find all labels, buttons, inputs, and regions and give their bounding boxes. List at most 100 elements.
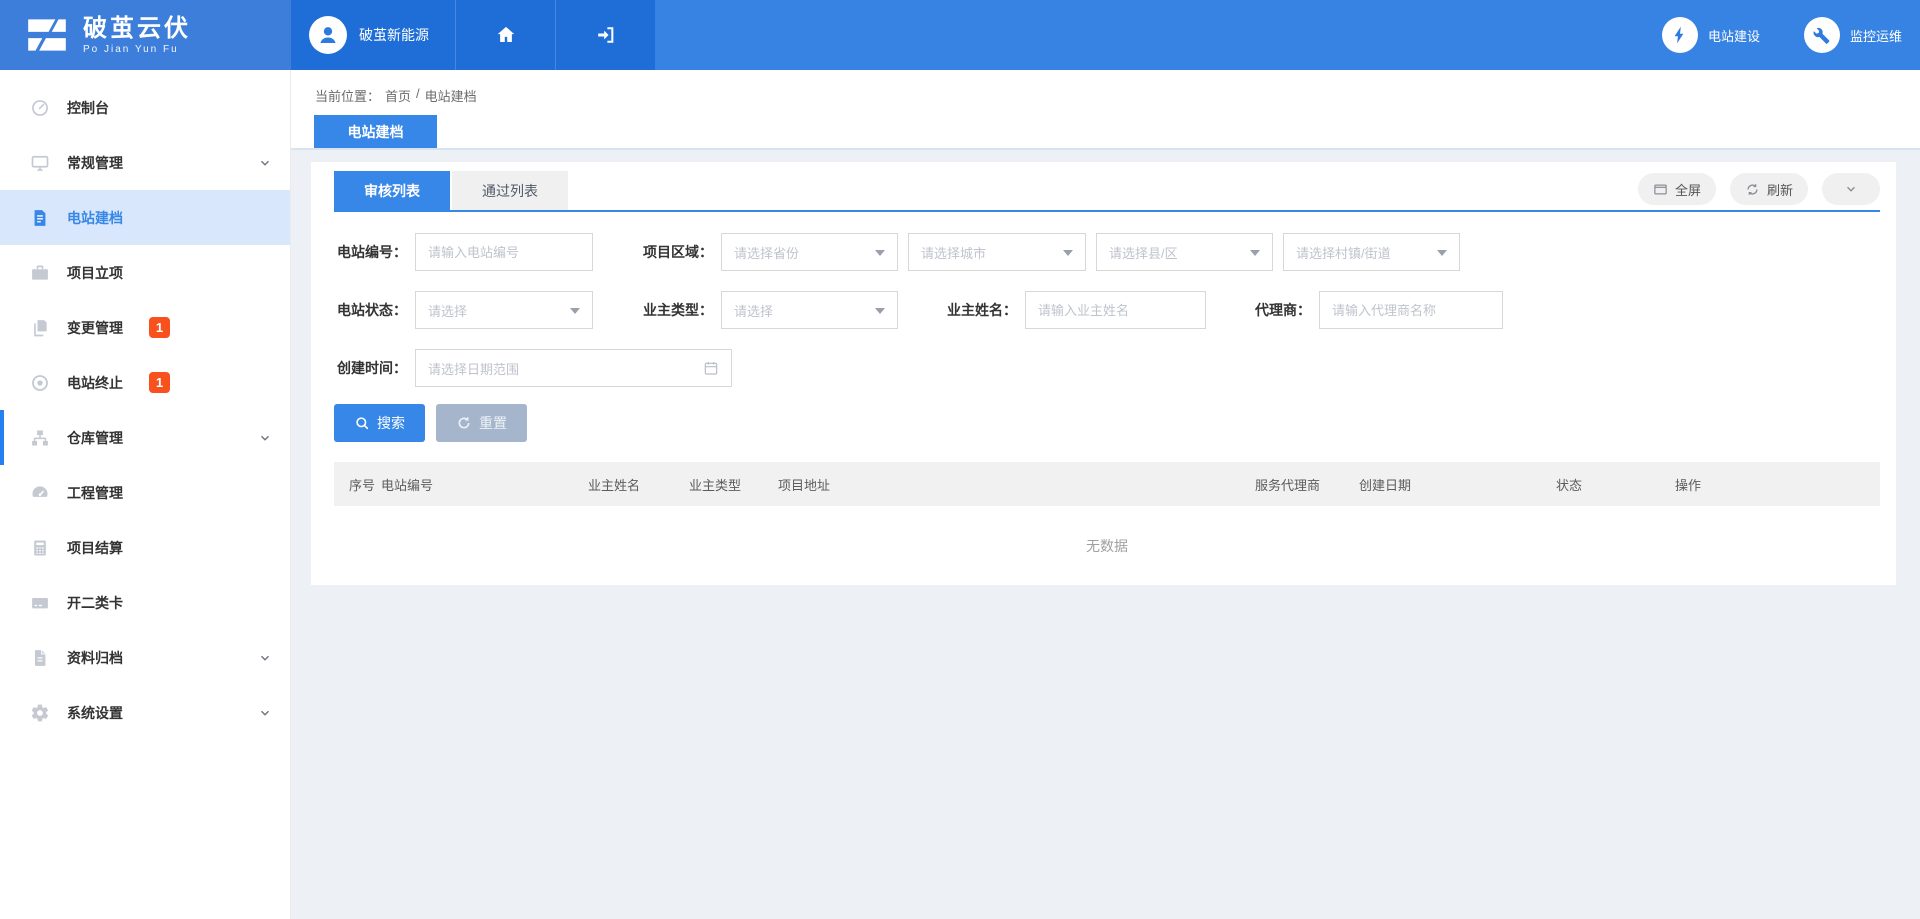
sitemap-icon [30,428,50,448]
content-area: 审核列表 通过列表 全屏 [291,148,1920,919]
dashboard-icon [30,483,50,503]
col-owner-name: 业主姓名 [588,475,689,494]
user-avatar-icon [309,16,347,54]
breadcrumb-home[interactable]: 首页 [385,86,411,105]
agent-label: 代理商： [1255,300,1311,320]
filter-actions: 搜索 重置 [334,404,1880,442]
province-select[interactable]: 请选择省份 [721,233,898,271]
empty-state: 无数据 [334,506,1880,585]
sidebar-item-system-settings[interactable]: 系统设置 [0,685,290,740]
gear-icon [30,703,50,723]
pojian-logo-icon [24,12,70,58]
calculator-icon [30,538,50,558]
chevron-down-icon [258,156,272,170]
sidebar-item-engineering-mgmt[interactable]: 工程管理 [0,465,290,520]
briefcase-icon [30,263,50,283]
signin-button[interactable] [555,0,655,70]
table-header: 序号 电站编号 业主姓名 业主类型 项目地址 服务代理商 创建日期 状态 操作 [334,462,1880,506]
reset-button[interactable]: 重置 [436,404,527,442]
user-name: 破茧新能源 [359,25,429,45]
caret-down-icon [875,250,885,261]
caret-down-icon [1437,250,1447,261]
filter-row-1: 电站编号： 项目区域： 请选择省份 请选择城市 请选择县/区 [334,233,1880,271]
col-project-address: 项目地址 [778,475,1255,494]
station-termination-badge: 1 [149,372,170,393]
tab-review-list[interactable]: 审核列表 [334,171,450,210]
archive-icon [30,648,50,668]
caret-down-icon [570,308,580,319]
search-icon [354,415,370,431]
col-create-date: 创建日期 [1359,475,1556,494]
county-select[interactable]: 请选择县/区 [1096,233,1273,271]
station-status-label: 电站状态： [334,300,407,320]
tab-passed-list[interactable]: 通过列表 [452,171,568,210]
sidebar-item-console[interactable]: 控制台 [0,80,290,135]
col-service-agent: 服务代理商 [1255,475,1359,494]
sidebar-item-change-mgmt[interactable]: 变更管理 1 [0,300,290,355]
chevron-down-icon [1844,182,1858,196]
col-status: 状态 [1556,475,1675,494]
page-tab-station-filing[interactable]: 电站建档 [314,115,437,148]
tabs-row: 审核列表 通过列表 全屏 [334,171,1880,212]
record-icon [30,373,50,393]
monitor-ops-link[interactable]: 监控运维 [1804,17,1902,53]
brand-title: 破茧云伏 [83,16,191,42]
breadcrumb: 当前位置： 首页 / 电站建档 [315,86,1920,105]
station-status-select[interactable]: 请选择 [415,291,593,329]
filter-row-2: 电站状态： 请选择 业主类型： 请选择 业主姓名： 代理商： [334,291,1880,329]
station-build-link[interactable]: 电站建设 [1662,17,1760,53]
panel-card: 审核列表 通过列表 全屏 [311,162,1896,585]
panel-toolbar: 全屏 刷新 [1638,173,1880,205]
agent-input[interactable] [1319,291,1503,329]
signin-icon [595,24,617,46]
document-icon [30,208,50,228]
breadcrumb-separator: / [416,86,420,105]
sidebar-item-warehouse-mgmt[interactable]: 仓库管理 [0,410,290,465]
col-actions: 操作 [1675,475,1880,494]
search-button[interactable]: 搜索 [334,404,425,442]
sidebar-item-project-settlement[interactable]: 项目结算 [0,520,290,575]
monitor-icon [30,153,50,173]
date-range-picker[interactable]: 请选择日期范围 [415,349,732,387]
station-no-label: 电站编号： [334,242,407,262]
sidebar-item-station-termination[interactable]: 电站终止 1 [0,355,290,410]
owner-name-label: 业主姓名： [947,300,1017,320]
owner-type-label: 业主类型： [643,300,713,320]
fullscreen-icon [1653,182,1668,197]
fullscreen-button[interactable]: 全屏 [1638,173,1716,205]
home-icon [495,24,517,46]
region-label: 项目区域： [643,242,713,262]
village-select[interactable]: 请选择村镇/街道 [1283,233,1460,271]
sidebar-item-data-archive[interactable]: 资料归档 [0,630,290,685]
breadcrumb-prefix: 当前位置： [315,86,380,105]
sidebar: 控制台 常规管理 电站建档 [0,70,291,919]
brand-subtitle: Po Jian Yun Fu [83,44,191,55]
refresh-button[interactable]: 刷新 [1730,173,1808,205]
sidebar-item-general-mgmt[interactable]: 常规管理 [0,135,290,190]
owner-name-input[interactable] [1025,291,1206,329]
sidebar-item-type2-card[interactable]: 开二类卡 [0,575,290,630]
home-button[interactable] [455,0,555,70]
change-mgmt-badge: 1 [149,317,170,338]
city-select[interactable]: 请选择城市 [908,233,1086,271]
sidebar-item-project-approval[interactable]: 项目立项 [0,245,290,300]
top-bar: 破茧云伏 Po Jian Yun Fu 破茧新能源 [0,0,1920,70]
breadcrumb-current: 电站建档 [425,86,477,105]
breadcrumb-band: 当前位置： 首页 / 电站建档 电站建档 [291,70,1920,148]
create-time-label: 创建时间： [334,358,407,378]
chevron-down-icon [258,651,272,665]
lightning-icon [1662,17,1698,53]
station-no-input[interactable] [415,233,593,271]
calendar-icon [703,360,719,376]
col-station-no: 电站编号 [381,475,588,494]
brand-logo: 破茧云伏 Po Jian Yun Fu [0,0,291,70]
card-icon [30,593,50,613]
user-menu[interactable]: 破茧新能源 [291,0,455,70]
wrench-icon [1804,17,1840,53]
top-right-links: 电站建设 监控运维 [1662,0,1920,70]
owner-type-select[interactable]: 请选择 [721,291,898,329]
sidebar-item-station-filing[interactable]: 电站建档 [0,190,290,245]
filter-row-3: 创建时间： 请选择日期范围 [334,349,1880,387]
copy-icon [30,318,50,338]
collapse-button[interactable] [1822,173,1880,205]
